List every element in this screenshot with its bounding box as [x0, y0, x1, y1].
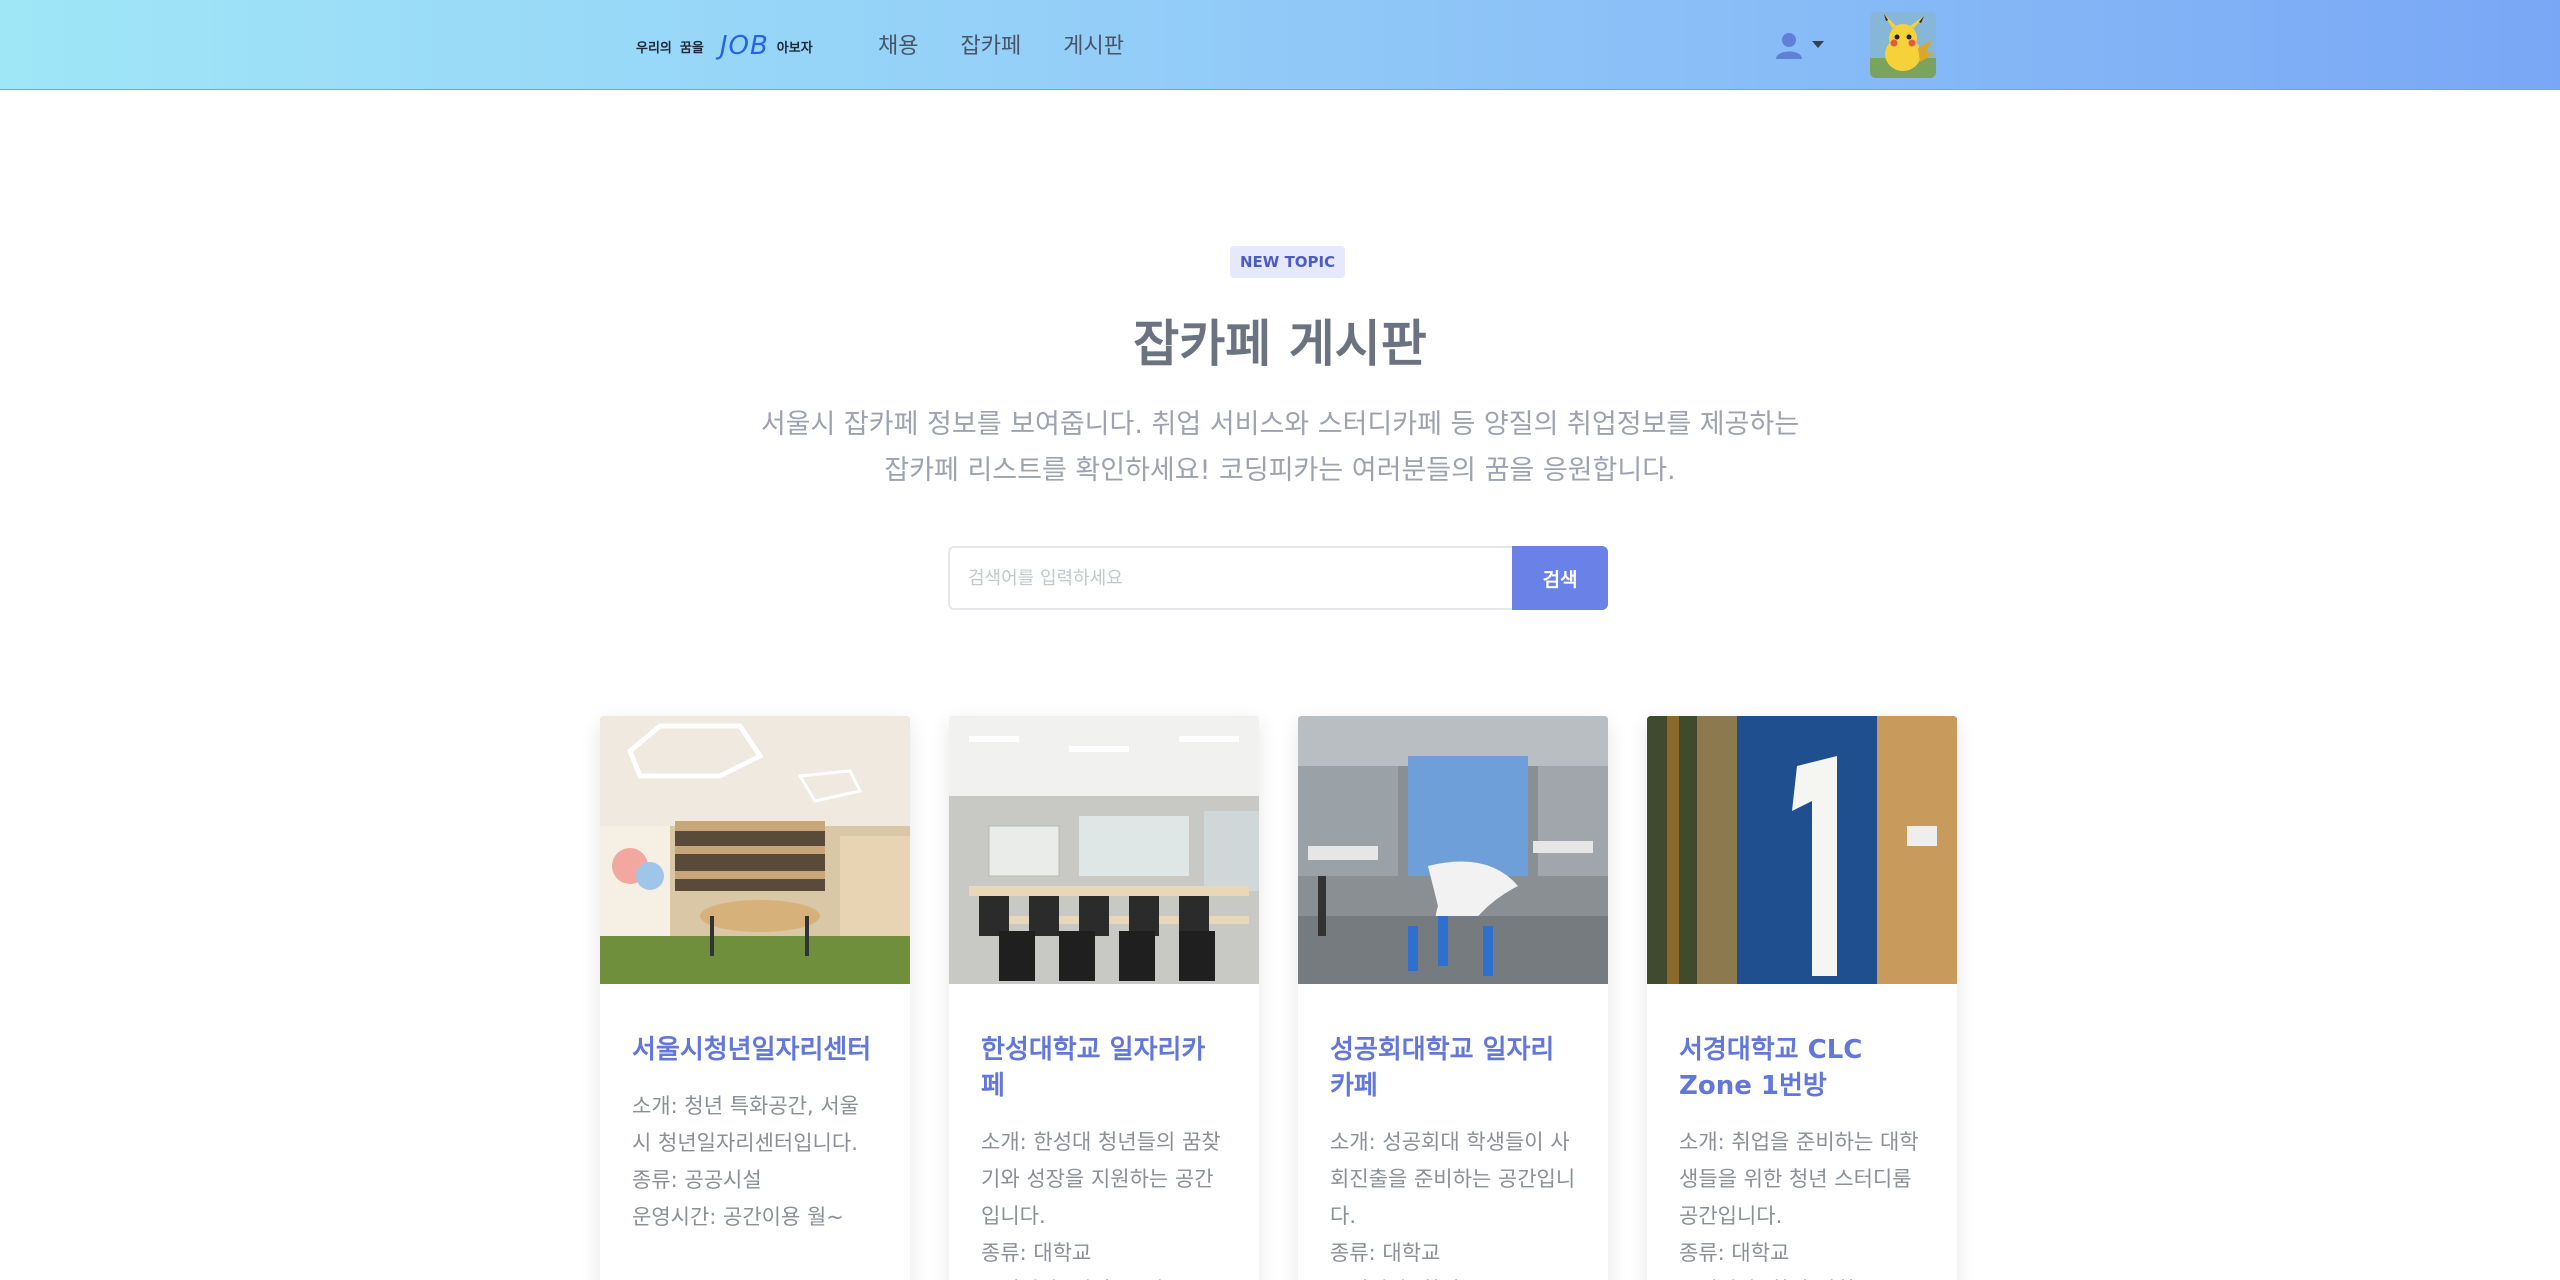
- card-type: 종류: 대학교: [1679, 1241, 1790, 1265]
- card-intro: 소개: 청년 특화공간, 서울시 청년일자리센터입니다.: [632, 1094, 859, 1155]
- card-image: [1298, 716, 1608, 984]
- card-image: [600, 716, 910, 984]
- card-type: 종류: 대학교: [1330, 1241, 1441, 1265]
- jobcafe-card[interactable]: 서울시청년일자리센터 소개: 청년 특화공간, 서울시 청년일자리센터입니다. …: [600, 716, 910, 1280]
- card-intro: 소개: 성공회대 학생들이 사회진출을 준비하는 공간입니다.: [1330, 1130, 1576, 1228]
- card-image: [949, 716, 1259, 984]
- search-button[interactable]: 검색: [1512, 546, 1608, 610]
- card-hours: 운영시간: 평일 09시~17: [981, 1272, 1227, 1280]
- card-type: 종류: 공공시설: [632, 1168, 762, 1192]
- new-topic-badge: NEW TOPIC: [1230, 246, 1346, 278]
- jobcafe-card[interactable]: 한성대학교 일자리카페 소개: 한성대 청년들의 꿈찾기와 성장을 지원하는 공…: [949, 716, 1259, 1280]
- user-menu-toggle[interactable]: [1774, 30, 1824, 60]
- card-hours: 운영시간: 학기: [1330, 1272, 1576, 1280]
- search-input[interactable]: [948, 546, 1513, 610]
- user-icon: [1776, 33, 1802, 59]
- pikachu-avatar[interactable]: [1870, 12, 1936, 78]
- card-title[interactable]: 서울시청년일자리센터: [632, 1032, 878, 1068]
- card-hours: 운영시간: 공간이용 월~: [632, 1205, 844, 1229]
- card-title[interactable]: 한성대학교 일자리카페: [981, 1032, 1227, 1104]
- caret-down-icon: [1812, 41, 1824, 48]
- card-intro: 소개: 한성대 청년들의 꿈찾기와 성장을 지원하는 공간입니다.: [981, 1130, 1221, 1228]
- card-intro: 소개: 취업을 준비하는 대학생들을 위한 청년 스터디룸 공간입니다.: [1679, 1130, 1919, 1228]
- jobcafe-card[interactable]: 성공회대학교 일자리카페 소개: 성공회대 학생들이 사회진출을 준비하는 공간…: [1298, 716, 1608, 1280]
- description-line-1: 서울시 잡카페 정보를 보여줍니다. 취업 서비스와 스터디카페 등 양질의 취…: [760, 409, 1800, 440]
- nav-item-board[interactable]: 게시판: [1063, 28, 1124, 60]
- search-bar: 검색: [948, 546, 1608, 610]
- card-body: 소개: 청년 특화공간, 서울시 청년일자리센터입니다. 종류: 공공시설 운영…: [632, 1088, 878, 1236]
- logo-middle: 꿈을: [679, 40, 704, 56]
- logo-prefix: 우리의: [636, 40, 672, 56]
- card-image: [1647, 716, 1957, 984]
- main-nav: 채용 잡카페 게시판: [878, 28, 1124, 60]
- site-logo[interactable]: 우리의 꿈을 JOB 아보자: [636, 24, 821, 68]
- card-type: 종류: 대학교: [981, 1241, 1092, 1265]
- jobcafe-card[interactable]: 서경대학교 CLC Zone 1번방 소개: 취업을 준비하는 대학생들을 위한…: [1647, 716, 1957, 1280]
- logo-suffix: 아보자: [776, 40, 813, 56]
- description-line-2: 잡카페 리스트를 확인하세요! 코딩피카는 여러분들의 꿈을 응원합니다.: [884, 455, 1676, 486]
- logo-job: JOB: [719, 31, 769, 61]
- page-description: 서울시 잡카페 정보를 보여줍니다. 취업 서비스와 스터디카페 등 양질의 취…: [0, 402, 2560, 494]
- nav-item-jobs[interactable]: 채용: [878, 28, 918, 60]
- card-title[interactable]: 서경대학교 CLC Zone 1번방: [1679, 1032, 1925, 1104]
- card-body: 소개: 한성대 청년들의 꿈찾기와 성장을 지원하는 공간입니다. 종류: 대학…: [981, 1124, 1227, 1280]
- nav-item-jobcafe[interactable]: 잡카페: [960, 28, 1021, 60]
- top-navbar: 우리의 꿈을 JOB 아보자 채용 잡카페 게시판: [0, 0, 2560, 90]
- card-title[interactable]: 성공회대학교 일자리카페: [1330, 1032, 1576, 1104]
- card-body: 소개: 성공회대 학생들이 사회진출을 준비하는 공간입니다. 종류: 대학교 …: [1330, 1124, 1576, 1280]
- page-title: 잡카페 게시판: [1133, 315, 1427, 373]
- card-body: 소개: 취업을 준비하는 대학생들을 위한 청년 스터디룸 공간입니다. 종류:…: [1679, 1124, 1925, 1280]
- card-hours: 운영시간: 학기(방학)중 금: [1679, 1272, 1925, 1280]
